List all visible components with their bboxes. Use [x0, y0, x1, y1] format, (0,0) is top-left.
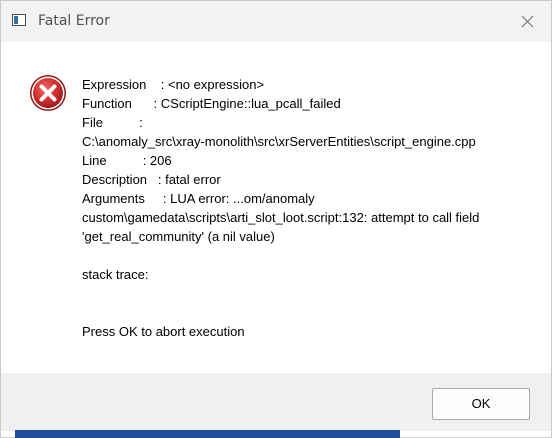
taskbar-strip [15, 430, 400, 438]
dialog-footer: OK [1, 373, 551, 431]
close-icon [521, 15, 534, 28]
message-line-function: Function : CScriptEngine::lua_pcall_fail… [82, 96, 341, 111]
error-icon [30, 75, 66, 111]
error-message: Expression : <no expression> Function : … [82, 75, 542, 341]
message-line-file-path: C:\anomaly_src\xray-monolith\src\xrServe… [82, 134, 476, 149]
message-line-blank [82, 303, 542, 322]
message-line-arguments-cont-2: 'get_real_community' (a nil value) [82, 229, 275, 244]
message-line-file: File : [82, 115, 143, 130]
message-line-blank [82, 246, 542, 265]
close-button[interactable] [505, 1, 551, 42]
message-line-arguments: Arguments : LUA error: ...om/anomaly [82, 191, 315, 206]
message-line-blank [82, 284, 542, 303]
window-title: Fatal Error [38, 13, 110, 29]
title-bar[interactable]: Fatal Error [1, 1, 551, 42]
message-line-arguments-cont: custom\gamedata\scripts\arti_slot_loot.s… [82, 210, 480, 225]
window-app-icon [12, 14, 26, 26]
fatal-error-dialog: Fatal Error Expression : <no expression>… [0, 0, 552, 438]
message-line-line: Line : 206 [82, 153, 172, 168]
message-line-prompt: Press OK to abort execution [82, 324, 245, 339]
dialog-content: Expression : <no expression> Function : … [1, 42, 551, 373]
message-line-stack-trace: stack trace: [82, 267, 149, 282]
message-line-expression: Expression : <no expression> [82, 77, 265, 92]
ok-button[interactable]: OK [432, 388, 530, 420]
message-line-description: Description : fatal error [82, 172, 221, 187]
